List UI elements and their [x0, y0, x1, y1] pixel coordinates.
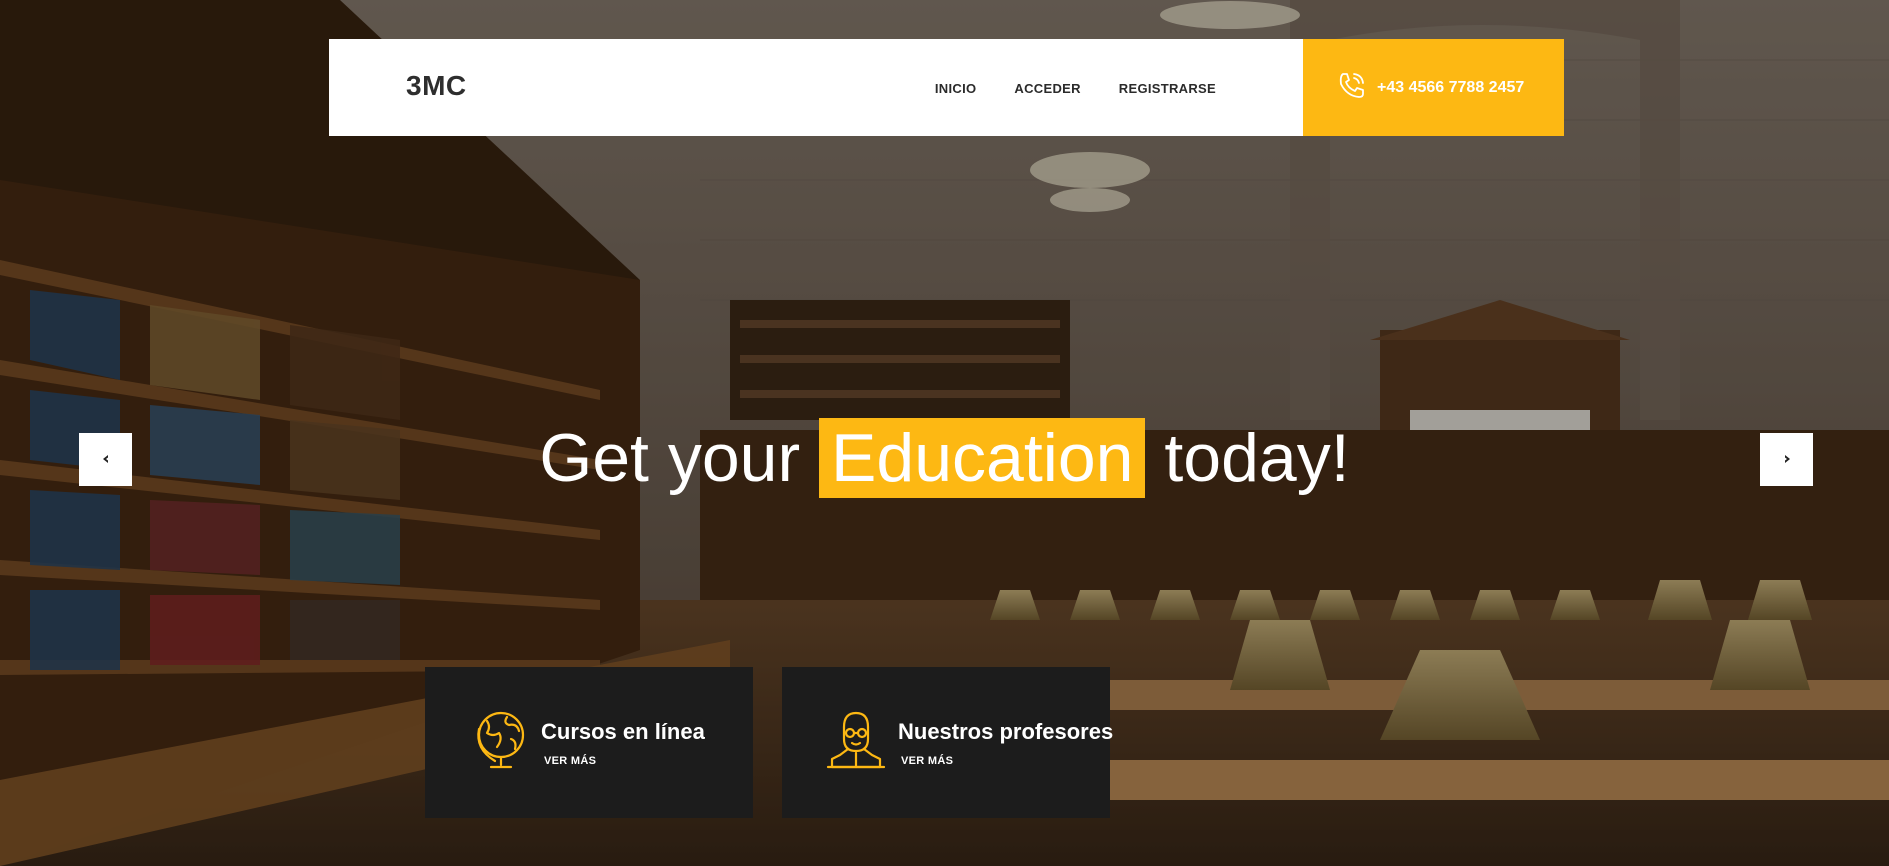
phone-icon [1337, 70, 1367, 105]
feature-card-link[interactable]: VER MÁS [541, 755, 705, 767]
feature-card-title: Nuestros profesores [898, 718, 1114, 744]
feature-card-text: Nuestros profesores VER MÁS [898, 719, 1113, 767]
main-nav: INICIO ACCEDER REGISTRARSE [935, 81, 1216, 96]
nav-link-inicio[interactable]: INICIO [935, 81, 977, 96]
nav-link-registrarse[interactable]: REGISTRARSE [1119, 81, 1216, 96]
hero-title-after: today! [1164, 420, 1350, 496]
feature-card-link[interactable]: VER MÁS [898, 755, 1113, 767]
site-logo[interactable]: 3MC [406, 70, 467, 102]
site-header: 3MC INICIO ACCEDER REGISTRARSE +43 4566 … [329, 39, 1564, 136]
feature-card-teachers[interactable]: Nuestros profesores VER MÁS [782, 667, 1113, 818]
feature-card-text: Cursos en línea VER MÁS [541, 719, 705, 767]
hero-title: Get your Education today! [0, 418, 1889, 498]
hero-title-highlight: Education [819, 418, 1146, 498]
globe-icon [473, 709, 529, 776]
phone-contact[interactable]: +43 4566 7788 2457 [1303, 39, 1564, 136]
feature-card-title: Cursos en línea [541, 718, 705, 744]
teacher-icon [826, 709, 886, 776]
header-main-bar: 3MC INICIO ACCEDER REGISTRARSE [329, 39, 1303, 136]
nav-link-acceder[interactable]: ACCEDER [1014, 81, 1080, 96]
feature-card-courses[interactable]: Cursos en línea VER MÁS [425, 667, 753, 818]
hero-title-before: Get your [539, 420, 801, 496]
phone-number: +43 4566 7788 2457 [1377, 78, 1525, 96]
